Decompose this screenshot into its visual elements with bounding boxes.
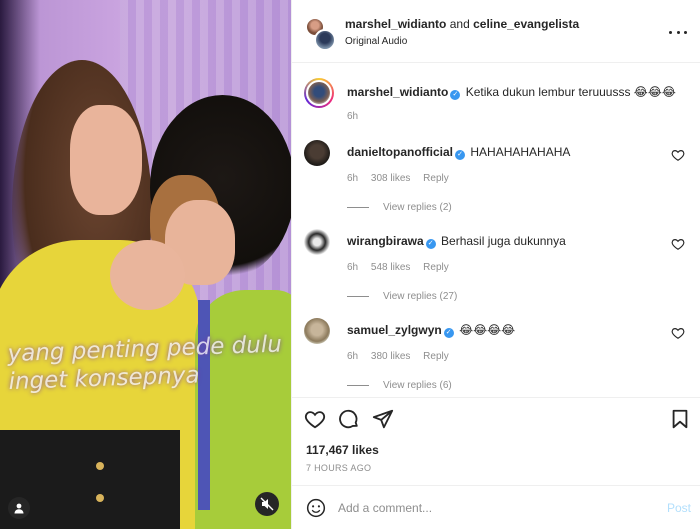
comment-item: samuel_zylgwyn ✓ 😂😂😂😂 6h 380 likes Reply … <box>304 318 689 403</box>
tagged-users-button[interactable] <box>8 497 30 519</box>
comment-meta: 6h 308 likes Reply <box>347 173 459 184</box>
dot <box>676 30 680 34</box>
verified-badge-icon: ✓ <box>443 328 454 338</box>
skirt-button <box>96 462 104 470</box>
commenter-username[interactable]: wirangbirawa <box>347 234 424 248</box>
post-timestamp[interactable]: 7 HOURS AGO <box>306 463 371 473</box>
comment-meta: 6h 380 likes Reply <box>347 351 459 362</box>
comment-likes[interactable]: 308 likes <box>371 173 410 184</box>
caption-username[interactable]: marshel_widianto <box>347 85 448 99</box>
view-replies-button[interactable]: View replies (6) <box>347 380 452 391</box>
skirt-button <box>96 494 104 502</box>
like-comment-heart-icon[interactable] <box>671 148 685 162</box>
post-details-panel: marshel_widianto and celine_evangelista … <box>291 0 700 529</box>
commenter-username[interactable]: danieltopanofficial <box>347 145 453 159</box>
lanyard <box>198 300 210 510</box>
caption-text-row: marshel_widianto ✓ Ketika dukun lembur te… <box>347 85 676 100</box>
comment-likes[interactable]: 548 likes <box>371 262 410 273</box>
post-video[interactable]: yang penting pede dulu inget konsepnya <box>0 0 291 529</box>
comment-time[interactable]: 6h <box>347 262 358 273</box>
coauthor-username-link[interactable]: celine_evangelista <box>473 17 579 31</box>
comment-text: Berhasil juga dukunnya <box>441 234 566 248</box>
mute-button[interactable] <box>255 492 279 516</box>
comment-item: wirangbirawa ✓ Berhasil juga dukunnya 6h … <box>304 229 689 314</box>
original-audio-link[interactable]: Original Audio <box>345 36 407 47</box>
reply-button[interactable]: Reply <box>423 351 449 362</box>
commenter-avatar[interactable] <box>304 229 330 255</box>
view-replies-label: View replies (2) <box>383 202 452 213</box>
comment-text-row: wirangbirawa ✓ Berhasil juga dukunnya <box>347 234 566 249</box>
verified-badge-icon: ✓ <box>425 239 436 249</box>
comment-text: 😂😂😂😂 <box>459 323 516 337</box>
woman-face <box>70 105 142 215</box>
avatar <box>314 29 336 51</box>
dot <box>669 30 672 34</box>
emoji-icon[interactable] <box>306 498 326 518</box>
add-comment-bar: Post <box>292 485 700 529</box>
comment-text-row: samuel_zylgwyn ✓ 😂😂😂😂 <box>347 323 515 338</box>
share-paper-plane-icon[interactable] <box>372 408 394 430</box>
post-header: marshel_widianto and celine_evangelista … <box>292 0 700 63</box>
post-comment-button[interactable]: Post <box>667 501 691 515</box>
author-avatar[interactable] <box>304 78 334 108</box>
video-caption-overlay: yang penting pede dulu inget konsepnya <box>7 331 283 396</box>
save-bookmark-icon[interactable] <box>669 408 691 430</box>
more-options-button[interactable] <box>669 25 687 39</box>
commenter-username[interactable]: samuel_zylgwyn <box>347 323 442 337</box>
collab-usernames: marshel_widianto and celine_evangelista <box>345 17 579 31</box>
divider-line <box>347 385 369 386</box>
reply-button[interactable]: Reply <box>423 262 449 273</box>
comment-text-row: danieltopanofficial ✓ HAHAHAHAHAHA <box>347 145 570 160</box>
author-username-link[interactable]: marshel_widianto <box>345 17 446 31</box>
hand <box>110 240 185 310</box>
commenter-avatar[interactable] <box>304 318 330 344</box>
comment-text: HAHAHAHAHAHA <box>470 145 571 159</box>
divider-line <box>347 207 369 208</box>
like-comment-heart-icon[interactable] <box>671 237 685 251</box>
comment-likes[interactable]: 380 likes <box>371 351 410 362</box>
comment-time[interactable]: 6h <box>347 351 358 362</box>
verified-badge-icon: ✓ <box>455 150 466 160</box>
caption-timestamp[interactable]: 6h <box>347 111 358 122</box>
comment-time[interactable]: 6h <box>347 173 358 184</box>
verified-badge-icon: ✓ <box>450 90 461 100</box>
view-replies-button[interactable]: View replies (2) <box>347 202 452 213</box>
view-replies-label: View replies (6) <box>383 380 452 391</box>
post-actions-bar <box>292 397 700 447</box>
commenter-avatar[interactable] <box>304 140 330 166</box>
post-caption: marshel_widianto ✓ Ketika dukun lembur te… <box>304 78 689 128</box>
comment-meta: 6h 548 likes Reply <box>347 262 459 273</box>
view-replies-button[interactable]: View replies (27) <box>347 291 457 302</box>
collab-avatars[interactable] <box>305 17 336 51</box>
caption-text: Ketika dukun lembur teruuusss 😂😂😂 <box>465 85 676 99</box>
instagram-post-modal: yang penting pede dulu inget konsepnya m… <box>0 0 700 529</box>
like-comment-heart-icon[interactable] <box>671 326 685 340</box>
user-icon <box>14 503 24 514</box>
view-replies-label: View replies (27) <box>383 291 458 302</box>
comment-input[interactable] <box>338 498 638 518</box>
like-heart-icon[interactable] <box>304 408 326 430</box>
comment-item: danieltopanofficial ✓ HAHAHAHAHAHA 6h 308… <box>304 140 689 225</box>
comment-bubble-icon[interactable] <box>338 408 360 430</box>
divider-line <box>347 296 369 297</box>
and-text: and <box>449 17 470 31</box>
post-likes-count[interactable]: 117,467 likes <box>306 443 379 457</box>
reply-button[interactable]: Reply <box>423 173 449 184</box>
speaker-muted-icon <box>260 497 274 511</box>
dot <box>684 30 687 34</box>
